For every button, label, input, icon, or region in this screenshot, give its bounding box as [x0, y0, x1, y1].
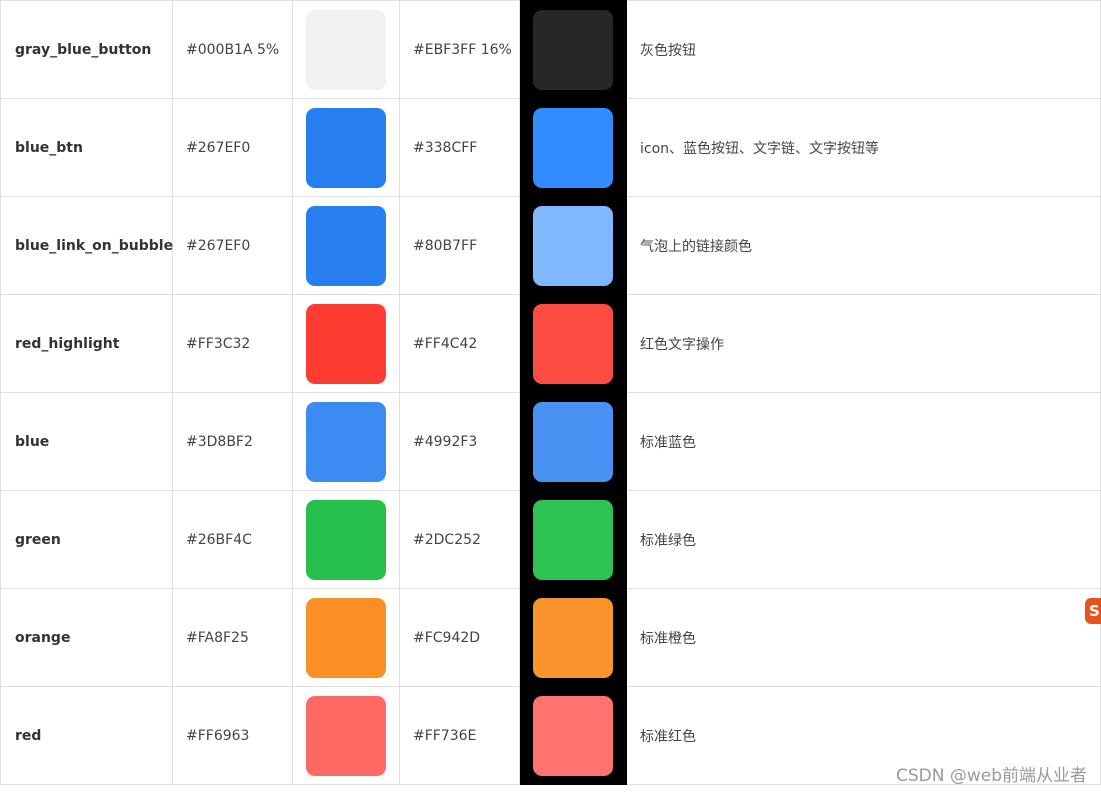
dark-swatch-cell: [519, 392, 627, 491]
dark-swatch-cell: [519, 98, 627, 197]
dark-hex-value: #2DC252: [399, 490, 520, 589]
table-row: green #26BF4C #2DC252 标准绿色: [0, 490, 1101, 589]
dark-swatch-cell: [519, 0, 627, 99]
light-swatch-cell: [292, 588, 400, 687]
token-description: 标准绿色: [626, 490, 1101, 589]
light-swatch-cell: [292, 196, 400, 295]
table-row: blue_link_on_bubble #267EF0 #80B7FF 气泡上的…: [0, 196, 1101, 295]
dark-swatch-cell: [519, 490, 627, 589]
token-description: icon、蓝色按钮、文字链、文字按钮等: [626, 98, 1101, 197]
token-description: 灰色按钮: [626, 0, 1101, 99]
token-name: green: [0, 490, 173, 589]
csdn-watermark: CSDN @web前端从业者: [895, 766, 1087, 786]
light-hex-value: #26BF4C: [172, 490, 293, 589]
dark-swatch-cell: [519, 294, 627, 393]
table-row: blue #3D8BF2 #4992F3 标准蓝色: [0, 392, 1101, 491]
token-description: 标准橙色: [626, 588, 1101, 687]
light-swatch-cell: [292, 392, 400, 491]
light-hex-value: #FF6963: [172, 686, 293, 785]
dark-color-swatch: [533, 597, 613, 678]
dark-swatch-cell: [519, 196, 627, 295]
light-hex-value: #267EF0: [172, 196, 293, 295]
dark-hex-value: #FC942D: [399, 588, 520, 687]
dark-hex-value: #4992F3: [399, 392, 520, 491]
dark-color-swatch: [533, 107, 613, 188]
token-description: 红色文字操作: [626, 294, 1101, 393]
dark-swatch-cell: [519, 686, 627, 785]
token-name: gray_blue_button: [0, 0, 173, 99]
light-hex-value: #FA8F25: [172, 588, 293, 687]
light-swatch-cell: [292, 294, 400, 393]
sogou-ime-badge-icon[interactable]: S: [1085, 598, 1101, 624]
light-color-swatch: [306, 9, 386, 90]
light-hex-value: #FF3C32: [172, 294, 293, 393]
token-description: 标准蓝色: [626, 392, 1101, 491]
token-name: blue_link_on_bubble: [0, 196, 173, 295]
dark-hex-value: #FF4C42: [399, 294, 520, 393]
table-row: orange #FA8F25 #FC942D 标准橙色: [0, 588, 1101, 687]
table-row: gray_blue_button #000B1A 5% #EBF3FF 16% …: [0, 0, 1101, 99]
token-description: 气泡上的链接颜色: [626, 196, 1101, 295]
light-color-swatch: [306, 303, 386, 384]
dark-color-swatch: [533, 401, 613, 482]
dark-color-swatch: [533, 303, 613, 384]
dark-hex-value: #EBF3FF 16%: [399, 0, 520, 99]
dark-hex-value: #80B7FF: [399, 196, 520, 295]
light-swatch-cell: [292, 0, 400, 99]
token-name: red_highlight: [0, 294, 173, 393]
light-color-swatch: [306, 205, 386, 286]
light-swatch-cell: [292, 98, 400, 197]
light-color-swatch: [306, 499, 386, 580]
light-color-swatch: [306, 695, 386, 776]
token-name: blue: [0, 392, 173, 491]
dark-color-swatch: [533, 9, 613, 90]
light-color-swatch: [306, 107, 386, 188]
dark-swatch-cell: [519, 588, 627, 687]
table-row: blue_btn #267EF0 #338CFF icon、蓝色按钮、文字链、文…: [0, 98, 1101, 197]
dark-color-swatch: [533, 695, 613, 776]
light-swatch-cell: [292, 490, 400, 589]
color-token-table: gray_blue_button #000B1A 5% #EBF3FF 16% …: [0, 0, 1101, 785]
light-hex-value: #267EF0: [172, 98, 293, 197]
light-color-swatch: [306, 401, 386, 482]
dark-color-swatch: [533, 205, 613, 286]
table-row: red_highlight #FF3C32 #FF4C42 红色文字操作: [0, 294, 1101, 393]
token-name: blue_btn: [0, 98, 173, 197]
dark-hex-value: #338CFF: [399, 98, 520, 197]
token-name: orange: [0, 588, 173, 687]
dark-color-swatch: [533, 499, 613, 580]
light-hex-value: #000B1A 5%: [172, 0, 293, 99]
light-color-swatch: [306, 597, 386, 678]
light-hex-value: #3D8BF2: [172, 392, 293, 491]
light-swatch-cell: [292, 686, 400, 785]
dark-hex-value: #FF736E: [399, 686, 520, 785]
token-name: red: [0, 686, 173, 785]
